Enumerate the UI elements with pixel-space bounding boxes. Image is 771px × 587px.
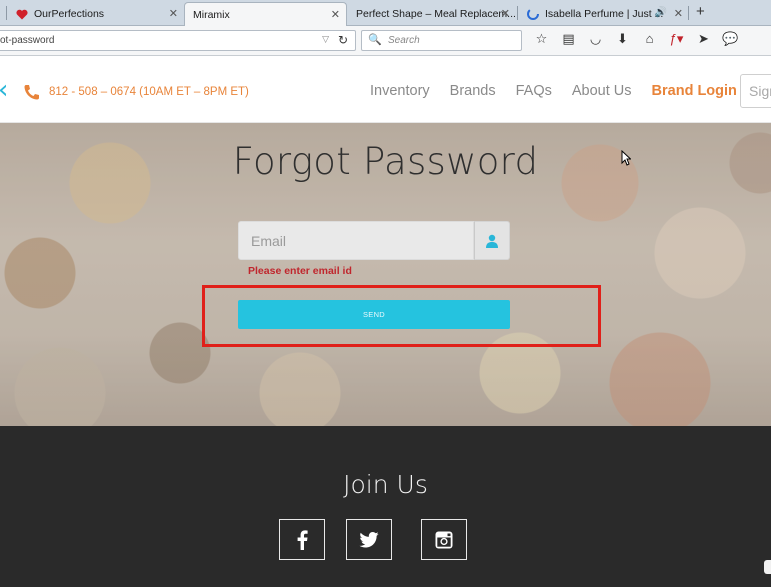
tab-isabella-perfume[interactable]: Isabella Perfume | Just ... 🔊 ✕ [519,2,689,26]
history-dropdown-icon[interactable]: ▽ [322,34,329,45]
spinner-icon [527,8,539,20]
close-tab-icon[interactable]: ✕ [674,7,683,20]
footer: Join Us [0,426,771,587]
tab-miramix[interactable]: Miramix ✕ [184,2,347,26]
browser-tab-strip: OurPerfections ✕ Miramix ✕ Perfect Shape… [0,0,771,26]
scroll-to-top-tab[interactable] [764,560,771,574]
email-error-message: Please enter email id [248,265,352,277]
url-text: ot-password [0,35,55,46]
tab-title: OurPerfections [34,8,105,20]
close-tab-icon[interactable]: ✕ [501,7,510,20]
user-icon [474,221,510,260]
tab-separator [6,6,7,20]
bookmark-star-icon[interactable]: ☆ [528,31,555,47]
home-icon[interactable]: ⌂ [636,31,663,47]
menu-brands[interactable]: Brands [450,83,496,99]
menu-faqs[interactable]: FAQs [516,83,552,99]
tab-ourperfections[interactable]: OurPerfections ✕ [8,2,184,26]
brand-login-link[interactable]: Brand Login [652,83,737,99]
tab-title: Perfect Shape – Meal Replacem... [356,8,516,20]
toolbar-icons: ☆ ▤ ◡ ⬇ ⌂ ƒ▾ ➤ 💬 [528,31,744,47]
reading-list-icon[interactable]: ▤ [555,31,582,47]
hero-section: Forgot Password Please enter email id SE… [0,123,771,426]
speaker-icon[interactable]: 🔊 [655,7,667,18]
menu-about-us[interactable]: About Us [572,83,632,99]
phone-contact[interactable]: 812 - 508 – 0674 (10AM ET – 8PM ET) [23,84,249,100]
search-input[interactable]: 🔍 Search [361,30,522,51]
join-us-title: Join Us [343,470,428,499]
chat-icon[interactable]: 💬 [717,31,744,47]
tab-title: Miramix [193,8,230,21]
new-tab-icon[interactable]: + [696,3,705,20]
sign-label: Sign [749,83,771,99]
sign-in-button[interactable]: Sign [740,74,771,108]
pocket-icon[interactable]: ◡ [582,31,609,47]
email-group [238,221,510,260]
tab-separator [517,6,518,20]
url-bar[interactable]: ot-password ▽ ↻ [0,30,356,51]
phone-icon [24,85,39,100]
facebook-icon[interactable] [279,519,325,560]
download-icon[interactable]: ⬇ [609,31,636,47]
heart-icon [16,8,28,20]
menu-inventory[interactable]: Inventory [370,83,430,99]
search-icon: 🔍 [368,34,382,46]
main-menu: Inventory Brands FAQs About Us Brand Log… [370,83,750,99]
site-header: ‹ 812 - 508 – 0674 (10AM ET – 8PM ET) In… [0,57,771,123]
email-field[interactable] [238,221,474,260]
twitter-icon[interactable] [346,519,392,560]
send-icon[interactable]: ➤ [690,31,717,47]
tab-perfect-shape[interactable]: Perfect Shape – Meal Replacem... ✕ [348,2,516,26]
chevron-left-icon[interactable]: ‹ [0,75,8,105]
tab-separator [688,6,689,20]
page-title: Forgot Password [232,140,539,183]
flash-icon[interactable]: ƒ▾ [663,31,690,47]
phone-number: 812 - 508 – 0674 (10AM ET – 8PM ET) [49,86,249,98]
annotation-highlight-box [202,285,601,347]
search-placeholder: Search [388,35,420,46]
browser-nav-bar: ot-password ▽ ↻ 🔍 Search ☆ ▤ ◡ ⬇ ⌂ ƒ▾ ➤ … [0,26,771,56]
instagram-icon[interactable] [421,519,467,560]
reload-icon[interactable]: ↻ [338,33,348,47]
tab-title: Isabella Perfume | Just ... [545,8,664,20]
mouse-cursor-icon [621,150,631,166]
close-tab-icon[interactable]: ✕ [169,7,178,20]
close-tab-icon[interactable]: ✕ [331,8,340,21]
